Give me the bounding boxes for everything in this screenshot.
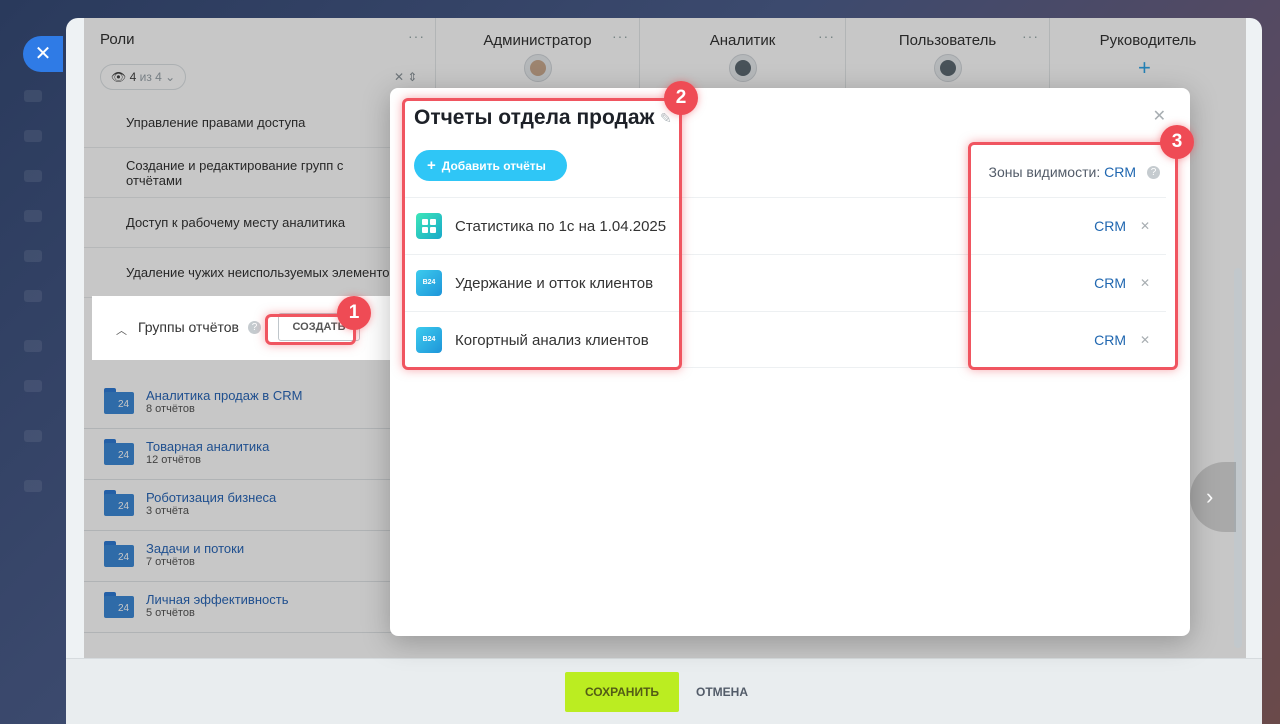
rail-icon[interactable]	[24, 290, 42, 302]
annotation-highlight	[968, 142, 1178, 370]
close-slider-button[interactable]: ✕	[23, 36, 63, 72]
rail-icon[interactable]	[24, 170, 42, 182]
rail-icon[interactable]	[24, 340, 42, 352]
rail-icon[interactable]	[24, 90, 42, 102]
rail-icon[interactable]	[24, 380, 42, 392]
annotation-badge: 3	[1160, 125, 1194, 159]
rail-icon[interactable]	[24, 430, 42, 442]
annotation-badge: 1	[337, 296, 371, 330]
save-button[interactable]: СОХРАНИТЬ	[565, 672, 679, 712]
rail-icon[interactable]	[24, 250, 42, 262]
chevron-up-icon[interactable]: ︿	[116, 322, 127, 338]
rail-icon[interactable]	[24, 210, 42, 222]
footer-bar: СОХРАНИТЬ ОТМЕНА	[66, 658, 1262, 724]
scrollbar[interactable]	[1234, 268, 1242, 648]
cancel-button[interactable]: ОТМЕНА	[696, 672, 748, 712]
annotation-highlight	[402, 98, 682, 370]
left-rail: ✕	[0, 0, 64, 724]
rail-icon[interactable]	[24, 130, 42, 142]
close-icon[interactable]: ✕	[1153, 106, 1166, 126]
help-icon[interactable]: ?	[248, 321, 261, 334]
report-groups-label: Группы отчётов	[138, 319, 239, 335]
rail-icon[interactable]	[24, 480, 42, 492]
annotation-badge: 2	[664, 81, 698, 115]
